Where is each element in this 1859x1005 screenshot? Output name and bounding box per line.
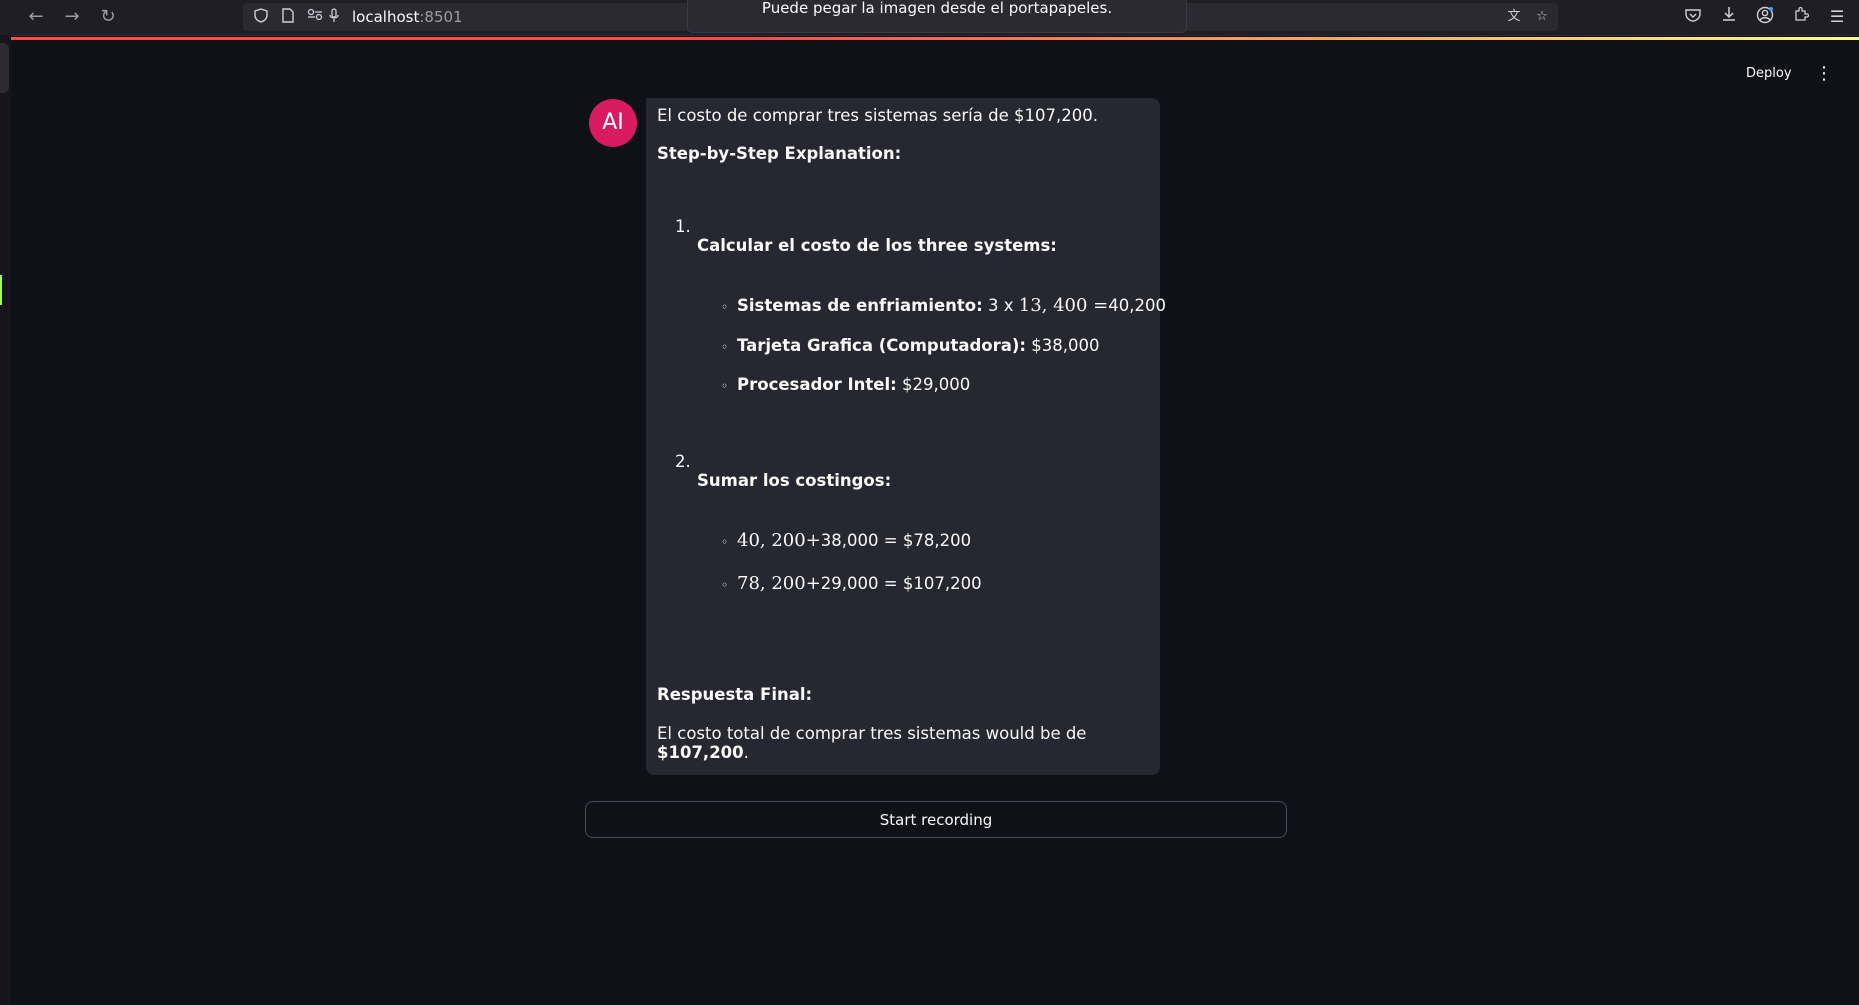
extensions-icon[interactable] [1790, 6, 1812, 28]
translate-icon[interactable]: 文 [1505, 8, 1523, 26]
start-recording-button[interactable]: Start recording [585, 801, 1287, 838]
item-math: 40, 200+ [737, 530, 821, 551]
final-value: $107,200 [657, 743, 744, 762]
answer-intro: El costo de comprar tres sistemas sería … [657, 106, 1098, 125]
microphone-icon[interactable] [325, 8, 343, 26]
item-value: 38,000 = $78,200 [820, 531, 972, 550]
step-number: 1. [675, 217, 691, 236]
bullet-circle: ◦ [721, 535, 729, 549]
item-math: 78, 200+ [737, 573, 821, 594]
back-arrow-icon[interactable]: ← [24, 6, 48, 28]
step-number: 2. [675, 452, 691, 471]
main-menu-icon[interactable]: ⋮ [1815, 62, 1833, 86]
item-prefix: 3 x [987, 296, 1019, 315]
item-math: 13, 400 = [1018, 295, 1109, 316]
assistant-message: El costo de comprar tres sistemas sería … [646, 98, 1166, 775]
step-title: Sumar los costingos: [697, 471, 892, 490]
list-item: 78, 200+29,000 = $107,200 [737, 573, 982, 595]
ai-avatar: AI [589, 99, 637, 147]
bullet-circle: ◦ [721, 300, 729, 314]
list-item: 40, 200+38,000 = $78,200 [737, 530, 971, 552]
item-label: Sistemas de enfriamiento: [737, 296, 983, 315]
item-label: Procesador Intel: [737, 375, 897, 394]
clipboard-notice: Puede pegar la imagen desde el portapape… [687, 0, 1187, 33]
final-answer: $107,200. [657, 742, 749, 764]
pocket-icon[interactable] [1682, 6, 1704, 28]
list-item: Sistemas de enfriamiento: 3 x 13, 400 =4… [737, 295, 1166, 317]
sidebar-indicator [0, 275, 2, 305]
item-value: 40,200 [1108, 296, 1166, 315]
item-value: $29,000 [902, 375, 971, 394]
bullet-circle: ◦ [721, 340, 729, 354]
bullet-circle: ◦ [721, 379, 729, 393]
item-value: $38,000 [1031, 336, 1100, 355]
reload-icon[interactable]: ↻ [96, 6, 120, 28]
list-item: Procesador Intel: $29,000 [737, 374, 970, 396]
permissions-icon[interactable] [306, 8, 324, 26]
account-icon[interactable] [1754, 6, 1776, 28]
app-header-decoration [11, 37, 1859, 40]
bullet-circle: ◦ [721, 578, 729, 592]
url-port: :8501 [419, 8, 463, 26]
sidebar-edge [0, 35, 11, 1005]
browser-toolbar: ← → ↻ localhost:8501 文 ☆ Puede pegar la … [0, 0, 1859, 36]
page-icon[interactable] [279, 8, 297, 26]
final-heading: Respuesta Final: [657, 685, 813, 704]
download-icon[interactable] [1718, 6, 1740, 28]
deploy-button[interactable]: Deploy [1746, 65, 1792, 83]
sidebar-tab[interactable] [0, 43, 9, 93]
url-text[interactable]: localhost:8501 [352, 8, 463, 26]
explanation-heading: Step-by-Step Explanation: [657, 144, 902, 163]
item-label: Tarjeta Grafica (Computadora): [737, 336, 1027, 355]
list-item: Tarjeta Grafica (Computadora): $38,000 [737, 335, 1100, 357]
forward-arrow-icon[interactable]: → [60, 6, 84, 28]
shield-icon[interactable] [252, 8, 270, 26]
clipboard-notice-text: Puede pegar la imagen desde el portapape… [761, 0, 1113, 17]
final-end: . [743, 743, 749, 762]
bookmark-star-icon[interactable]: ☆ [1533, 8, 1551, 26]
step-title: Calcular el costo de los three systems: [697, 236, 1057, 255]
item-value: 29,000 = $107,200 [820, 574, 982, 593]
menu-hamburger-icon[interactable]: ☰ [1826, 6, 1848, 28]
url-host: localhost [352, 8, 420, 26]
